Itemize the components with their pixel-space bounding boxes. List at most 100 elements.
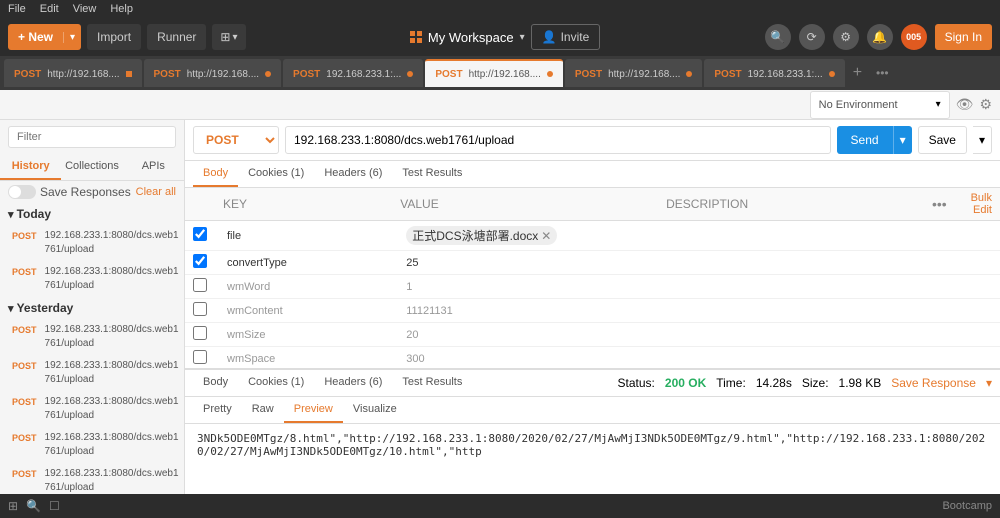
param-key-2[interactable]: wmWord <box>223 279 402 295</box>
sync-button[interactable]: ⟳ <box>799 24 825 50</box>
row-checkbox-2[interactable] <box>193 278 207 292</box>
param-value-3[interactable]: 11121131 <box>402 303 667 319</box>
list-item[interactable]: POST 192.168.233.1:8080/dcs.web1761/uplo… <box>0 463 184 494</box>
more-tabs-button[interactable]: ••• <box>870 66 895 80</box>
column-options-button[interactable]: ••• <box>932 196 947 212</box>
row-checkbox-0[interactable] <box>193 227 207 241</box>
menu-view[interactable]: View <box>73 3 97 15</box>
tab-3[interactable]: POST http://192.168.... <box>425 59 563 87</box>
resp-view-pretty[interactable]: Pretty <box>193 397 242 423</box>
signin-button[interactable]: Sign In <box>935 24 992 50</box>
param-desc-1[interactable] <box>667 261 932 265</box>
tab-1[interactable]: POST http://192.168.... <box>144 59 282 87</box>
param-desc-4[interactable] <box>667 333 932 337</box>
environment-selector[interactable]: No Environment ▾ <box>810 91 950 119</box>
bootcamp-label[interactable]: Bootcamp <box>942 500 992 512</box>
list-item[interactable]: POST 192.168.233.1:8080/dcs.web1761/uplo… <box>0 391 184 427</box>
param-key-4[interactable]: wmSize <box>223 327 402 343</box>
req-tab-body[interactable]: Body <box>193 161 238 187</box>
param-key-1[interactable]: convertType <box>223 255 402 271</box>
search-bottom-icon[interactable]: 🔍 <box>26 499 41 513</box>
save-arrow-button[interactable]: ▾ <box>973 126 992 154</box>
method-select[interactable]: POST GET PUT DELETE <box>193 126 279 154</box>
param-key-3[interactable]: wmContent <box>223 303 402 319</box>
invite-button[interactable]: 👤 Invite <box>531 24 601 50</box>
file-remove-0[interactable]: ✕ <box>541 229 551 243</box>
method-badge-post: POST <box>8 266 41 278</box>
tab-dot-0 <box>126 71 132 77</box>
param-value-2[interactable]: 1 <box>402 279 667 295</box>
save-responses-toggle[interactable] <box>8 185 36 199</box>
runner-button[interactable]: Runner <box>147 24 206 50</box>
tab-2[interactable]: POST 192.168.233.1:... <box>283 59 423 87</box>
row-checkbox-5[interactable] <box>193 350 207 364</box>
bulk-edit-button[interactable]: Bulk Edit <box>953 192 992 216</box>
send-arrow-button[interactable]: ▾ <box>893 126 912 154</box>
tab-0[interactable]: POST http://192.168.... <box>4 59 142 87</box>
list-item[interactable]: POST 192.168.233.1:8080/dcs.web1761/uplo… <box>0 355 184 391</box>
list-item[interactable]: POST 192.168.233.1:8080/dcs.web1761/uplo… <box>0 261 184 297</box>
param-desc-5[interactable] <box>667 357 932 361</box>
tab-4[interactable]: POST http://192.168.... <box>565 59 703 87</box>
new-button-arrow[interactable]: ▾ <box>63 32 81 43</box>
url-input[interactable] <box>285 126 831 154</box>
resp-view-visualize[interactable]: Visualize <box>343 397 407 423</box>
tab-5[interactable]: POST 192.168.233.1:... <box>704 59 844 87</box>
avatar[interactable]: 005 <box>901 24 927 50</box>
list-item[interactable]: POST 192.168.233.1:8080/dcs.web1761/uplo… <box>0 225 184 261</box>
tab-url-1: http://192.168.... <box>187 69 259 80</box>
workspace-selector[interactable]: My Workspace ▾ <box>410 30 525 45</box>
response-tab-cookies[interactable]: Cookies (1) <box>238 370 314 396</box>
environment-eye-button[interactable]: 👁 <box>956 96 974 113</box>
list-item[interactable]: POST 192.168.233.1:8080/dcs.web1761/uplo… <box>0 427 184 463</box>
row-checkbox-3[interactable] <box>193 302 207 316</box>
new-button[interactable]: + New ▾ <box>8 24 81 50</box>
response-time: 14.28s <box>756 376 792 390</box>
param-key-0[interactable]: file <box>223 228 402 244</box>
param-value-1[interactable]: 25 <box>402 255 667 271</box>
param-desc-0[interactable] <box>667 234 932 238</box>
save-response-arrow[interactable]: ▾ <box>986 376 992 390</box>
resp-view-raw[interactable]: Raw <box>242 397 284 423</box>
req-tab-cookies[interactable]: Cookies (1) <box>238 161 314 187</box>
search-button[interactable]: 🔍 <box>765 24 791 50</box>
response-size-label: Size: <box>802 376 829 390</box>
param-desc-3[interactable] <box>667 309 932 313</box>
import-button[interactable]: Import <box>87 24 141 50</box>
sidebar-tab-apis[interactable]: APIs <box>123 154 184 180</box>
response-tab-headers[interactable]: Headers (6) <box>314 370 392 396</box>
param-desc-2[interactable] <box>667 285 932 289</box>
menu-edit[interactable]: Edit <box>40 3 59 15</box>
table-row: wmWord 1 <box>185 275 1000 299</box>
add-tab-button[interactable]: + <box>847 64 868 82</box>
search-input[interactable] <box>8 126 176 148</box>
environment-settings-button[interactable]: ⚙ <box>979 96 992 113</box>
sidebar-tab-history[interactable]: History <box>0 154 61 180</box>
list-item[interactable]: POST 192.168.233.1:8080/dcs.web1761/uplo… <box>0 319 184 355</box>
param-value-5[interactable]: 300 <box>402 351 667 367</box>
param-key-5[interactable]: wmSpace <box>223 351 402 367</box>
capture-icon[interactable]: ☐ <box>49 499 60 513</box>
layout-button[interactable]: ⊞▾ <box>212 24 245 50</box>
req-tab-tests[interactable]: Test Results <box>392 161 472 187</box>
notifications-button[interactable]: 🔔 <box>867 24 893 50</box>
resp-view-preview[interactable]: Preview <box>284 397 343 423</box>
clear-all-button[interactable]: Clear all <box>136 186 176 198</box>
workspace-chevron-icon: ▾ <box>520 32 525 43</box>
response-tab-tests[interactable]: Test Results <box>392 370 472 396</box>
response-tab-body[interactable]: Body <box>193 370 238 396</box>
row-checkbox-1[interactable] <box>193 254 207 268</box>
param-value-4[interactable]: 20 <box>402 327 667 343</box>
settings-button[interactable]: ⚙ <box>833 24 859 50</box>
row-checkbox-4[interactable] <box>193 326 207 340</box>
req-tab-headers[interactable]: Headers (6) <box>314 161 392 187</box>
terminal-icon[interactable]: ⊞ <box>8 499 18 513</box>
save-button[interactable]: Save <box>918 126 967 154</box>
save-response-button[interactable]: Save Response <box>891 376 976 390</box>
menu-help[interactable]: Help <box>110 3 133 15</box>
send-button[interactable]: Send <box>837 126 893 154</box>
param-value-0[interactable]: 正式DCS泳塘部署.docx ✕ <box>402 224 667 247</box>
menu-file[interactable]: File <box>8 3 26 15</box>
tab-method-3: POST <box>435 69 462 80</box>
sidebar-tab-collections[interactable]: Collections <box>61 154 122 180</box>
